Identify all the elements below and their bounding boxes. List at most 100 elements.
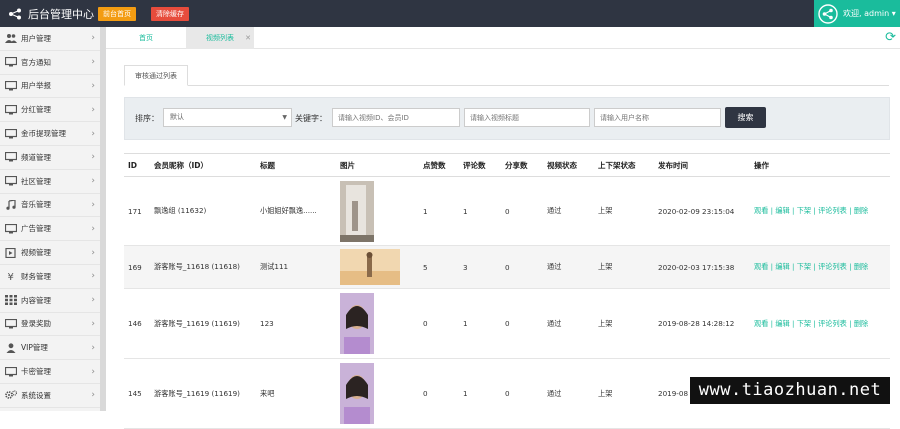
sidebar-item-label: 频道管理: [21, 152, 51, 162]
search-button[interactable]: 搜索: [725, 107, 766, 128]
sidebar-item[interactable]: 广告管理 ›: [0, 217, 105, 242]
sidebar-item[interactable]: 视频管理 ›: [0, 241, 105, 265]
sidebar-item[interactable]: 金币提现管理 ›: [0, 122, 105, 146]
sort-value: 默认: [170, 113, 184, 121]
col-member: 会员昵称（ID）: [150, 153, 256, 177]
sidebar-item-label: 官方通知: [21, 57, 51, 67]
sidebar-item-label: 卡密管理: [21, 367, 51, 377]
sidebar-item[interactable]: 系统设置 ›: [0, 384, 105, 408]
chevron-right-icon: ›: [91, 199, 95, 210]
cell-id: 171: [124, 176, 150, 246]
cell-shares: 0: [501, 176, 543, 246]
chevron-right-icon: ›: [91, 223, 95, 234]
user-icon: [5, 343, 17, 353]
col-actions: 操作: [750, 153, 890, 177]
sidebar-item-label: 系统设置: [21, 390, 51, 400]
cell-status: 通过: [543, 176, 594, 246]
users-icon: [5, 33, 17, 44]
video-thumbnail[interactable]: [340, 249, 400, 285]
chevron-right-icon: ›: [91, 342, 95, 353]
keyword-label: 关键字：: [295, 114, 327, 123]
sidebar-item[interactable]: 分红管理 ›: [0, 98, 105, 123]
cell-time: 2020-02-09 23:15:04: [654, 176, 750, 246]
chevron-right-icon: ›: [91, 152, 95, 163]
grid-icon: [5, 295, 17, 306]
sort-label: 排序：: [135, 114, 159, 123]
monitor-icon: [5, 223, 17, 234]
share-icon: [9, 8, 21, 20]
tab-divider: [124, 85, 889, 86]
clear-cache-button[interactable]: 清除缓存: [151, 7, 189, 21]
cell-title: 来吧: [256, 358, 336, 429]
video-id-input[interactable]: [332, 108, 460, 127]
tab-home[interactable]: 首页: [106, 27, 186, 49]
cell-comments: 3: [459, 245, 501, 289]
video-title-input[interactable]: [464, 108, 590, 127]
video-thumbnail[interactable]: [340, 293, 374, 354]
close-tab-icon[interactable]: ✕: [243, 27, 253, 49]
refresh-icon[interactable]: ⟳: [885, 31, 896, 44]
sidebar-item[interactable]: 登录奖励 ›: [0, 313, 105, 337]
row-actions[interactable]: 观看 | 编辑 | 下架 | 评论列表 | 删除: [750, 245, 890, 289]
sidebar-item-label: 用户举报: [21, 81, 51, 91]
cell-likes: 1: [419, 176, 459, 246]
sidebar-item[interactable]: VIP管理 ›: [0, 336, 105, 361]
filter-bar: 排序： 默认 ▼ 关键字： 搜索: [124, 97, 890, 140]
sidebar-item-label: 广告管理: [21, 224, 51, 234]
sort-select[interactable]: 默认 ▼: [163, 108, 292, 127]
sidebar-item[interactable]: 官方通知 ›: [0, 51, 105, 75]
cell-image: [336, 358, 419, 429]
row-actions[interactable]: 观看 | 编辑 | 下架 | 评论列表 | 删除: [750, 288, 890, 359]
chevron-right-icon: ›: [91, 390, 95, 401]
cell-member: 游客账号_11619 (11619): [150, 288, 256, 359]
chevron-right-icon: ›: [91, 295, 95, 306]
monitor-icon: [5, 152, 17, 162]
cell-member: 游客账号_11619 (11619): [150, 358, 256, 429]
chevron-right-icon: ›: [91, 80, 95, 91]
sidebar-item-label: 音乐管理: [21, 200, 51, 210]
sidebar-item[interactable]: 用户管理 ›: [0, 27, 105, 51]
user-menu[interactable]: 欢迎, admin ▾: [814, 0, 900, 27]
col-id: ID: [124, 153, 150, 177]
cell-image: [336, 245, 419, 289]
brand-title: 后台管理中心: [28, 8, 94, 21]
chevron-right-icon: ›: [91, 128, 95, 139]
monitor-icon: [5, 176, 17, 186]
sidebar-item[interactable]: 用户举报 ›: [0, 75, 105, 99]
sidebar-item[interactable]: 频道管理 ›: [0, 146, 105, 170]
sidebar-item-label: 金币提现管理: [21, 129, 66, 139]
username-input[interactable]: [594, 108, 721, 127]
video-thumbnail[interactable]: [340, 363, 374, 424]
cell-time: 2020-02-03 17:15:38: [654, 245, 750, 289]
sidebar-item[interactable]: 卡密管理 ›: [0, 360, 105, 384]
sidebar-item-label: 财务管理: [21, 271, 51, 281]
cell-shelf: 上架: [594, 245, 654, 289]
sidebar-item[interactable]: ¥ 财务管理 ›: [0, 265, 105, 289]
video-thumbnail[interactable]: [340, 180, 374, 242]
cell-id: 145: [124, 358, 150, 429]
cell-status: 通过: [543, 288, 594, 359]
cell-image: [336, 288, 419, 359]
sidebar-item-label: 分红管理: [21, 105, 51, 115]
cell-image: [336, 176, 419, 246]
share-circle-icon: [818, 3, 838, 24]
cell-comments: 1: [459, 288, 501, 359]
sidebar-item[interactable]: 音乐管理 ›: [0, 194, 105, 218]
row-actions[interactable]: 观看 | 编辑 | 下架 | 评论列表 | 删除: [750, 176, 890, 246]
cell-shares: 0: [501, 358, 543, 429]
tab-approved-list[interactable]: 审核通过列表: [124, 65, 188, 86]
chevron-right-icon: ›: [91, 271, 95, 282]
monitor-icon: [5, 318, 17, 329]
sidebar-item[interactable]: 内容管理 ›: [0, 289, 105, 313]
col-title: 标题: [256, 153, 336, 177]
table-row: 171 飘逸组 (11632) 小姐姐好飘逸...... 1 1 0 通过 上架…: [124, 176, 890, 246]
sidebar-item-label: VIP管理: [21, 343, 48, 353]
cell-shelf: 上架: [594, 358, 654, 429]
cell-member: 飘逸组 (11632): [150, 176, 256, 246]
brand[interactable]: 后台管理中心: [8, 6, 94, 22]
chevron-right-icon: ›: [91, 176, 95, 187]
frontend-home-button[interactable]: 前台首页: [98, 7, 136, 21]
video-icon: [5, 247, 17, 258]
cell-shares: 0: [501, 245, 543, 289]
sidebar-item[interactable]: 社区管理 ›: [0, 170, 105, 194]
